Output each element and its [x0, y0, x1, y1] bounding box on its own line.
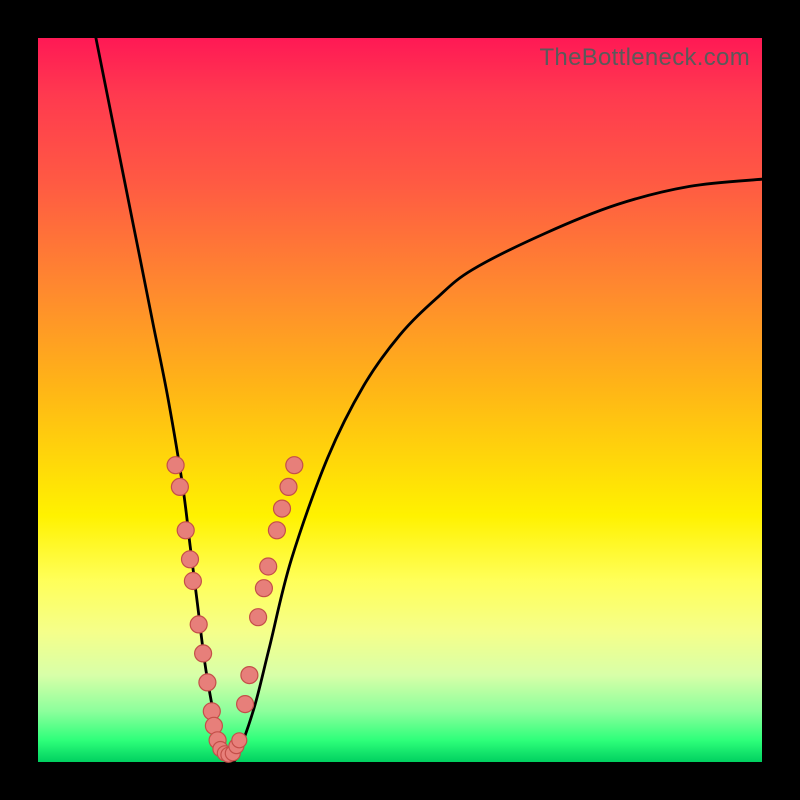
data-point-dot: [255, 580, 272, 597]
chart-frame: TheBottleneck.com: [0, 0, 800, 800]
bottleneck-curve: [38, 38, 762, 762]
data-point-dot: [195, 645, 212, 662]
data-point-dot: [241, 667, 258, 684]
data-point-dot: [260, 558, 277, 575]
data-point-dot: [268, 522, 285, 539]
data-point-dot: [274, 500, 291, 517]
data-point-dot: [184, 573, 201, 590]
data-point-dot: [232, 733, 247, 748]
data-point-dot: [250, 609, 267, 626]
data-point-dot: [190, 616, 207, 633]
data-point-dot: [177, 522, 194, 539]
data-point-dot: [237, 696, 254, 713]
data-point-dot: [171, 478, 188, 495]
plot-area: TheBottleneck.com: [38, 38, 762, 762]
data-point-dot: [167, 457, 184, 474]
data-point-dot: [182, 551, 199, 568]
data-point-dot: [286, 457, 303, 474]
data-point-dot: [199, 674, 216, 691]
data-point-dot: [280, 478, 297, 495]
